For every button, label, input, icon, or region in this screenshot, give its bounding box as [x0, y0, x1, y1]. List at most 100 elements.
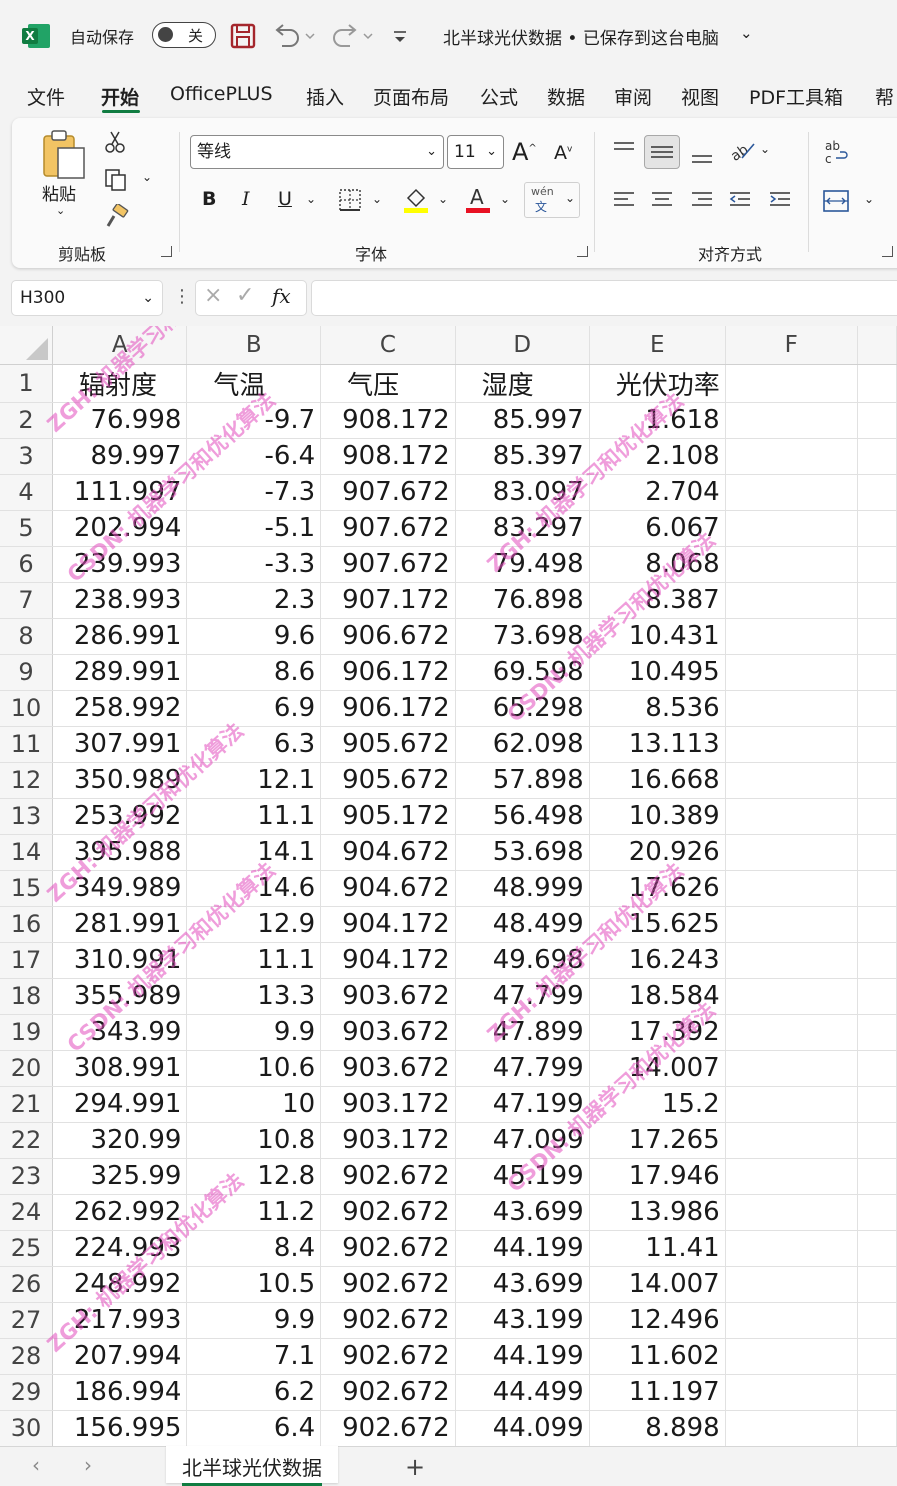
- customize-icon[interactable]: [390, 22, 410, 50]
- bold-icon[interactable]: B: [202, 188, 216, 210]
- cell-empty[interactable]: [857, 870, 897, 907]
- cell-d22[interactable]: 47.099: [455, 1122, 590, 1159]
- cell-c19[interactable]: 903.672: [320, 1014, 456, 1051]
- cell-empty[interactable]: [725, 906, 858, 943]
- cell-b15[interactable]: 14.6: [186, 870, 322, 907]
- cell-e4[interactable]: 2.704: [589, 474, 726, 511]
- cell-e5[interactable]: 6.067: [589, 510, 726, 547]
- cell-empty[interactable]: [725, 546, 858, 583]
- cell-c6[interactable]: 907.672: [320, 546, 456, 583]
- format-painter-icon[interactable]: [104, 204, 130, 230]
- cell-d6[interactable]: 79.498: [455, 546, 590, 583]
- tab-help[interactable]: 帮: [875, 83, 894, 110]
- cell-empty[interactable]: [857, 1230, 897, 1267]
- cell-b16[interactable]: 12.9: [186, 906, 322, 943]
- tab-formulas[interactable]: 公式: [480, 83, 518, 110]
- cell-e12[interactable]: 16.668: [589, 762, 726, 799]
- row-header[interactable]: 4: [0, 474, 53, 511]
- tab-view[interactable]: 视图: [681, 83, 719, 110]
- fill-color-icon[interactable]: [402, 184, 430, 214]
- clipboard-launcher-icon[interactable]: [161, 246, 172, 257]
- cell-empty[interactable]: [857, 364, 897, 403]
- cell-a7[interactable]: 238.993: [52, 582, 188, 619]
- increase-font-icon[interactable]: A^: [512, 138, 537, 166]
- cell-d29[interactable]: 44.499: [455, 1374, 590, 1411]
- enter-icon[interactable]: ✓: [236, 283, 254, 308]
- scroll-right-icon[interactable]: ›: [84, 1453, 92, 1477]
- cell-c2[interactable]: 908.172: [320, 402, 456, 439]
- document-title[interactable]: 北半球光伏数据 • 已保存到这台电脑: [443, 24, 719, 49]
- formula-bar-grip-icon[interactable]: ⋮: [173, 286, 191, 307]
- cell-b7[interactable]: 2.3: [186, 582, 322, 619]
- cell-a17[interactable]: 310.991: [52, 942, 188, 979]
- cell-a27[interactable]: 217.993: [52, 1302, 188, 1339]
- cell-empty[interactable]: [725, 1338, 858, 1375]
- cell-d12[interactable]: 57.898: [455, 762, 590, 799]
- row-header[interactable]: 5: [0, 510, 53, 547]
- cell-b19[interactable]: 9.9: [186, 1014, 322, 1051]
- paste-icon[interactable]: [40, 128, 90, 180]
- cell-a10[interactable]: 258.992: [52, 690, 188, 727]
- row-header[interactable]: 27: [0, 1302, 53, 1339]
- cell-e13[interactable]: 10.389: [589, 798, 726, 835]
- cell-empty[interactable]: [857, 1338, 897, 1375]
- cell-b11[interactable]: 6.3: [186, 726, 322, 763]
- row-header[interactable]: 22: [0, 1122, 53, 1159]
- tab-data[interactable]: 数据: [547, 83, 585, 110]
- cell-b1[interactable]: 气温: [186, 364, 322, 403]
- cell-c5[interactable]: 907.672: [320, 510, 456, 547]
- cell-e9[interactable]: 10.495: [589, 654, 726, 691]
- cell-empty[interactable]: [857, 726, 897, 763]
- cell-d24[interactable]: 43.699: [455, 1194, 590, 1231]
- cell-e23[interactable]: 17.946: [589, 1158, 726, 1195]
- cell-e11[interactable]: 13.113: [589, 726, 726, 763]
- cell-d27[interactable]: 43.199: [455, 1302, 590, 1339]
- cell-empty[interactable]: [857, 798, 897, 835]
- cell-c1[interactable]: 气压: [320, 364, 456, 403]
- save-icon[interactable]: [230, 22, 256, 50]
- cell-a9[interactable]: 289.991: [52, 654, 188, 691]
- cell-b25[interactable]: 8.4: [186, 1230, 322, 1267]
- cell-empty[interactable]: [857, 906, 897, 943]
- cell-e6[interactable]: 8.068: [589, 546, 726, 583]
- cell-empty[interactable]: [857, 942, 897, 979]
- cell-empty[interactable]: [725, 762, 858, 799]
- cell-a8[interactable]: 286.991: [52, 618, 188, 655]
- cell-d18[interactable]: 47.799: [455, 978, 590, 1015]
- cell-e20[interactable]: 14.007: [589, 1050, 726, 1087]
- cell-empty[interactable]: [857, 510, 897, 547]
- cell-empty[interactable]: [857, 1086, 897, 1123]
- wrap-text-icon[interactable]: ab c: [822, 138, 850, 166]
- cell-a22[interactable]: 320.99: [52, 1122, 188, 1159]
- phonetic-guide-button[interactable]: wén 文 ⌄: [524, 182, 580, 218]
- column-header-f[interactable]: F: [725, 326, 858, 365]
- row-header[interactable]: 26: [0, 1266, 53, 1303]
- cell-b26[interactable]: 10.5: [186, 1266, 322, 1303]
- row-header[interactable]: 1: [0, 364, 53, 403]
- column-header-d[interactable]: D: [455, 326, 590, 365]
- cell-d3[interactable]: 85.397: [455, 438, 590, 475]
- cell-a19[interactable]: 343.99: [52, 1014, 188, 1051]
- cell-empty[interactable]: [725, 1266, 858, 1303]
- row-header[interactable]: 25: [0, 1230, 53, 1267]
- cell-a15[interactable]: 349.989: [52, 870, 188, 907]
- cell-empty[interactable]: [725, 364, 858, 403]
- cell-b10[interactable]: 6.9: [186, 690, 322, 727]
- cell-c29[interactable]: 902.672: [320, 1374, 456, 1411]
- cell-empty[interactable]: [725, 1050, 858, 1087]
- tab-officeplus[interactable]: OfficePLUS: [170, 83, 273, 105]
- cell-e15[interactable]: 17.626: [589, 870, 726, 907]
- row-header[interactable]: 23: [0, 1158, 53, 1195]
- cell-empty[interactable]: [857, 1410, 897, 1446]
- cell-c14[interactable]: 904.672: [320, 834, 456, 871]
- cell-b24[interactable]: 11.2: [186, 1194, 322, 1231]
- cell-e30[interactable]: 8.898: [589, 1410, 726, 1446]
- row-header[interactable]: 10: [0, 690, 53, 727]
- cell-c15[interactable]: 904.672: [320, 870, 456, 907]
- cell-d9[interactable]: 69.598: [455, 654, 590, 691]
- cell-e8[interactable]: 10.431: [589, 618, 726, 655]
- cell-b8[interactable]: 9.6: [186, 618, 322, 655]
- cell-d10[interactable]: 65.298: [455, 690, 590, 727]
- cell-d4[interactable]: 83.097: [455, 474, 590, 511]
- cell-empty[interactable]: [725, 1014, 858, 1051]
